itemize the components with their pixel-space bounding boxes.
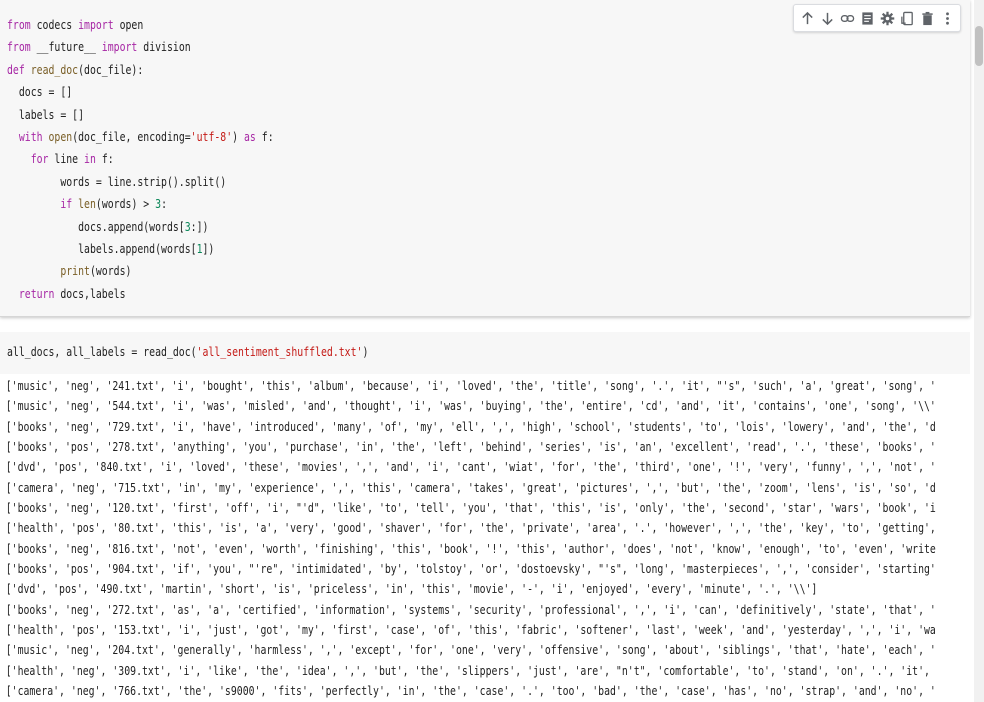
output-line: ['camera', 'neg', '766.txt', 'the', 's90…	[5, 684, 936, 699]
output-line: ['books', 'pos', '278.txt', 'anything', …	[5, 440, 936, 455]
output-line: ['camera', 'neg', '715.txt', 'in', 'my',…	[5, 480, 936, 495]
code-line: if len(words) > 3:	[60, 197, 168, 212]
code-line: docs = []	[7, 85, 73, 100]
code-line: with open(doc_file, encoding='utf-8') as…	[18, 130, 274, 145]
output-line: ['music', 'neg', '241.txt', 'i', 'bought…	[5, 379, 936, 393]
mirror-cell-icon[interactable]	[898, 7, 916, 29]
output-line: ['music', 'neg', '544.txt', 'i', 'was', …	[5, 399, 936, 414]
code-line: return docs,labels	[18, 286, 126, 301]
more-vert-icon[interactable]	[938, 7, 956, 29]
vertical-scrollbar[interactable]	[974, 0, 984, 702]
code-line: def read_doc(doc_file):	[7, 62, 144, 77]
output-line: ['books', 'neg', '120.txt', 'first', 'of…	[5, 501, 936, 516]
output-line: ['dvd', 'pos', '840.txt', 'i', 'loved', …	[5, 460, 936, 475]
code-line: docs.append(words[3:])	[7, 219, 209, 234]
cell-output: ['music', 'neg', '241.txt', 'i', 'bought…	[0, 374, 974, 702]
code-line: words = line.strip().split()	[7, 174, 227, 189]
gear-icon[interactable]	[878, 7, 896, 29]
code-line: labels = []	[7, 107, 85, 122]
delete-icon[interactable]	[918, 7, 936, 29]
output-line: ['health', 'neg', '309.txt', 'i', 'like'…	[5, 663, 930, 678]
code-cell-read-call[interactable]: all_docs, all_labels = read_doc('all_sen…	[0, 332, 970, 374]
code-line: print(words)	[60, 264, 132, 279]
code-editor[interactable]: all_docs, all_labels = read_doc('all_sen…	[7, 345, 368, 359]
output-line: ['books', 'neg', '272.txt', 'as', 'a', '…	[5, 602, 936, 617]
arrow-up-icon[interactable]	[798, 7, 816, 29]
cell-toolbar	[793, 4, 961, 32]
code-line: for line in f:	[30, 152, 114, 167]
output-line: ['books', 'pos', '904.txt', 'if', 'you',…	[5, 562, 936, 577]
output-line: ['music', 'neg', '204.txt', 'generally',…	[5, 643, 936, 658]
code-line: from codecs import open	[7, 18, 144, 32]
output-line: ['books', 'neg', '816.txt', 'not', 'even…	[5, 541, 936, 556]
code-editor[interactable]: from codecs import open from __future__ …	[7, 14, 274, 305]
output-line: ['books', 'neg', '729.txt', 'i', 'have',…	[5, 419, 936, 434]
output-line: ['health', 'pos', '153.txt', 'i', 'just'…	[5, 623, 936, 638]
code-line: labels.append(words[1])	[7, 242, 215, 257]
comment-icon[interactable]	[858, 7, 876, 29]
link-icon[interactable]	[838, 7, 856, 29]
code-line: from __future__ import division	[7, 40, 191, 55]
output-line: ['health', 'pos', '80.txt', 'this', 'is'…	[5, 521, 936, 536]
code-cell-read-doc[interactable]: from codecs import open from __future__ …	[0, 0, 970, 317]
output-line: ['dvd', 'pos', '490.txt', 'martin', 'sho…	[5, 582, 818, 597]
scrollbar-thumb[interactable]	[975, 26, 983, 66]
arrow-down-icon[interactable]	[818, 7, 836, 29]
output-text: ['music', 'neg', '241.txt', 'i', 'bought…	[0, 374, 936, 702]
